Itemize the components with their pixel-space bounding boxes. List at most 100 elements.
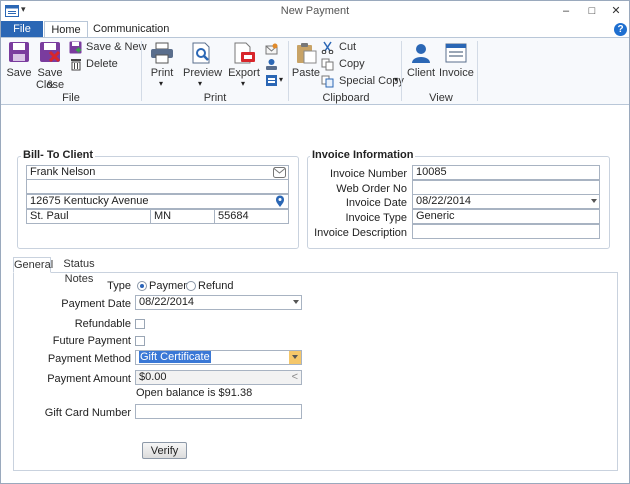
- maximize-button[interactable]: □: [579, 1, 605, 21]
- tab-home[interactable]: Home: [44, 21, 88, 38]
- group-separator: [288, 41, 289, 101]
- client-icon: [410, 42, 432, 64]
- minimize-button[interactable]: –: [553, 1, 579, 21]
- payment-date-field[interactable]: 08/22/2014: [135, 295, 302, 310]
- tab-communication[interactable]: Communication: [93, 21, 169, 38]
- refund-radio-label: Refund: [198, 280, 234, 292]
- chevron-down-icon[interactable]: [289, 351, 301, 364]
- state-field[interactable]: MN: [150, 209, 215, 224]
- paste-button[interactable]: Paste: [292, 41, 320, 81]
- group-separator: [401, 41, 402, 101]
- save-close-icon: [39, 41, 61, 63]
- export-dropdown-icon: ▾: [241, 79, 246, 88]
- refundable-label: Refundable: [74, 318, 131, 330]
- invoice-info-title: Invoice Information: [310, 149, 416, 161]
- delete-button[interactable]: Delete: [69, 58, 119, 72]
- label-print-icon[interactable]: [265, 58, 278, 71]
- payment-amount-value: $0.00: [139, 371, 167, 383]
- bill-to-title: Bill- To Client: [21, 149, 96, 161]
- preview-dropdown-icon: ▾: [198, 79, 203, 88]
- payment-type-label: Type: [107, 280, 131, 292]
- invoice-number-label: Invoice Number: [329, 168, 407, 180]
- email-icon[interactable]: [273, 167, 286, 178]
- special-copy-button[interactable]: Special Copy ▾: [321, 75, 404, 89]
- group-label-file: File: [62, 92, 80, 104]
- invoice-type-field[interactable]: Generic: [412, 209, 600, 224]
- payment-method-label: Payment Method: [47, 353, 131, 365]
- city-field[interactable]: St. Paul: [26, 209, 151, 224]
- copy-button[interactable]: Copy: [321, 58, 365, 72]
- preview-button[interactable]: Preview ▾: [183, 41, 222, 91]
- invoice-number-field[interactable]: 10085: [412, 165, 600, 180]
- group-label-clipboard: Clipboard: [322, 92, 370, 104]
- printer-icon: [150, 42, 174, 64]
- tab-general[interactable]: General: [13, 257, 53, 273]
- scissors-icon: [321, 41, 334, 55]
- open-balance-text: Open balance is $91.38: [136, 387, 253, 399]
- gift-card-field[interactable]: [135, 404, 302, 419]
- copy-icon: [321, 58, 334, 71]
- zip-field[interactable]: 55684: [214, 209, 289, 224]
- special-copy-dropdown-icon: ▾: [394, 75, 399, 84]
- refund-radio[interactable]: [186, 281, 196, 291]
- invoice-date-field[interactable]: 08/22/2014: [412, 194, 600, 209]
- verify-button[interactable]: Verify: [142, 442, 187, 459]
- payment-amount-field[interactable]: $0.00 <: [135, 370, 302, 385]
- group-separator: [477, 41, 478, 101]
- payment-method-select[interactable]: Gift Certificate: [135, 350, 302, 365]
- invoice-date-value: 08/22/2014: [416, 195, 472, 207]
- future-payment-checkbox[interactable]: [135, 336, 145, 346]
- client-button[interactable]: Client: [406, 41, 436, 81]
- print-dropdown-icon: ▾: [159, 79, 164, 88]
- payment-date-value: 08/22/2014: [139, 296, 195, 308]
- window-title: New Payment: [280, 5, 350, 17]
- group-label-view: View: [429, 92, 453, 104]
- group-label-print: Print: [203, 92, 227, 104]
- payment-amount-label: Payment Amount: [47, 373, 131, 385]
- preview-icon: [190, 42, 212, 64]
- title-bar: ▾ New Payment – □ ✕: [1, 1, 629, 21]
- payment-radio[interactable]: [137, 281, 147, 291]
- save-close-button[interactable]: Save & Close: [35, 41, 65, 91]
- chevron-down-icon[interactable]: [591, 199, 597, 203]
- future-payment-label: Future Payment: [52, 335, 131, 347]
- close-button[interactable]: ✕: [603, 1, 629, 21]
- invoice-type-label: Invoice Type: [345, 212, 407, 224]
- invoice-date-label: Invoice Date: [345, 197, 407, 209]
- invoice-description-label: Invoice Description: [314, 227, 407, 239]
- save-icon: [8, 41, 30, 63]
- payment-date-label: Payment Date: [61, 298, 131, 310]
- save-button[interactable]: Save: [5, 41, 33, 81]
- export-button[interactable]: Export ▾: [227, 41, 261, 91]
- gift-card-label: Gift Card Number: [44, 407, 131, 419]
- cut-button[interactable]: Cut: [321, 41, 361, 55]
- special-copy-icon: [321, 75, 334, 88]
- web-order-label: Web Order No: [336, 183, 407, 195]
- map-pin-icon[interactable]: [275, 195, 285, 208]
- export-icon: [232, 42, 256, 64]
- invoice-icon: [445, 42, 467, 64]
- address-line2-field[interactable]: [26, 179, 289, 194]
- tab-status-notes[interactable]: Status Notes: [53, 257, 105, 285]
- invoice-button[interactable]: Invoice: [439, 41, 474, 81]
- document-print-dropdown-icon[interactable]: ▾: [279, 75, 283, 84]
- client-name-field[interactable]: Frank Nelson: [26, 165, 289, 180]
- invoice-description-field[interactable]: [412, 224, 600, 239]
- paste-icon: [295, 42, 317, 64]
- group-separator: [141, 41, 142, 101]
- save-new-button[interactable]: Save & New: [69, 41, 147, 55]
- print-button[interactable]: Print ▾: [147, 41, 177, 91]
- save-new-icon: [69, 41, 82, 54]
- amount-fill-button[interactable]: <: [292, 371, 298, 384]
- chevron-down-icon[interactable]: [293, 300, 299, 304]
- trash-icon: [70, 58, 82, 71]
- document-print-icon[interactable]: [265, 74, 278, 87]
- refundable-checkbox[interactable]: [135, 319, 145, 329]
- street-field[interactable]: 12675 Kentucky Avenue: [26, 194, 289, 209]
- help-icon[interactable]: ?: [614, 23, 627, 36]
- tab-file[interactable]: File: [1, 21, 43, 38]
- payment-method-value: Gift Certificate: [139, 351, 211, 363]
- envelope-print-icon[interactable]: [265, 43, 278, 56]
- payment-window: ▾ New Payment – □ ✕ File Home Communicat…: [0, 0, 630, 484]
- web-order-field[interactable]: [412, 180, 600, 195]
